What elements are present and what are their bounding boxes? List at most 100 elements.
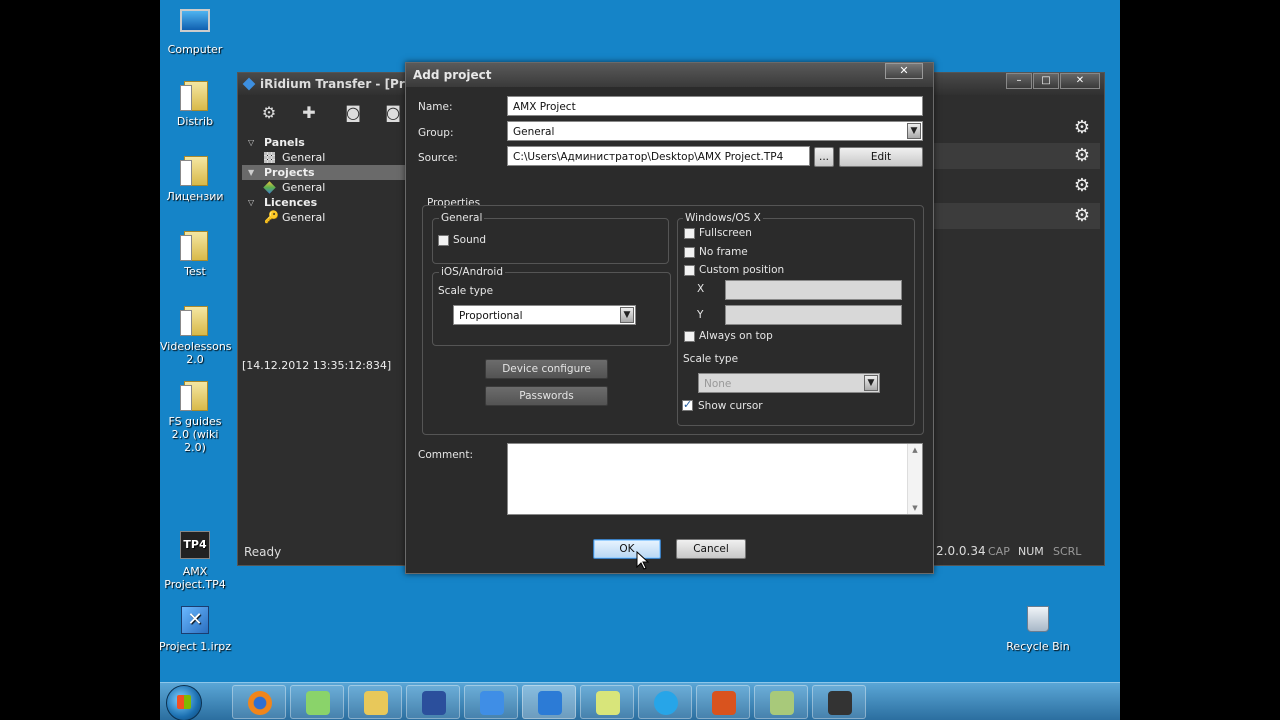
- minimize-button[interactable]: –: [1006, 73, 1032, 89]
- comment-textarea[interactable]: ▲ ▼: [507, 443, 923, 515]
- sound-checkbox[interactable]: [438, 235, 449, 246]
- scroll-up-icon[interactable]: ▲: [908, 446, 922, 454]
- app-icon: [770, 691, 794, 715]
- chevron-down-icon[interactable]: ▼: [907, 123, 921, 139]
- win-scale-type-select[interactable]: None ▼: [698, 373, 880, 393]
- show-cursor-checkbox[interactable]: [682, 398, 693, 411]
- dialog-title: Add project: [413, 68, 492, 82]
- general-group-label: General: [439, 212, 485, 224]
- start-button[interactable]: [166, 685, 202, 720]
- browse-button[interactable]: ...: [814, 147, 834, 167]
- group-select[interactable]: General ▼: [507, 121, 923, 141]
- name-label: Name:: [418, 101, 453, 113]
- cap-indicator: CAP: [988, 545, 1010, 558]
- name-input[interactable]: AMX Project: [507, 96, 923, 116]
- taskbar-app-2[interactable]: [290, 685, 344, 719]
- desktop-icon-amx-project[interactable]: TP4 AMX Project.TP4: [160, 531, 235, 591]
- desktop-icon-distrib[interactable]: Distrib: [160, 81, 235, 128]
- gear-icon[interactable]: ⚙: [1074, 117, 1090, 138]
- maximize-button[interactable]: □: [1033, 73, 1059, 89]
- tree-group-panels[interactable]: ▽ Panels: [242, 135, 406, 150]
- settings-icon[interactable]: ⚙: [258, 103, 280, 123]
- video-camera-icon: [828, 691, 852, 715]
- y-label: Y: [697, 309, 704, 321]
- iridium-logo-icon: [538, 691, 562, 715]
- ios-scale-type-select[interactable]: Proportional ▼: [453, 305, 636, 325]
- tree-group-label: Licences: [264, 196, 318, 209]
- taskbar-iridium-transfer[interactable]: [522, 685, 576, 719]
- expand-arrow-icon[interactable]: ▼: [248, 165, 254, 180]
- desktop-icon-label: AMX Project.TP4: [164, 565, 226, 591]
- camera-icon[interactable]: ◙: [342, 103, 364, 123]
- y-position-input[interactable]: [725, 305, 902, 325]
- scrl-indicator: SCRL: [1053, 545, 1082, 558]
- computer-icon: [179, 9, 211, 41]
- desktop-icon-test[interactable]: Test: [160, 231, 235, 278]
- taskbar-save-app[interactable]: [406, 685, 460, 719]
- desktop-icon-fs-guides[interactable]: FS guides 2.0 (wiki 2.0): [160, 381, 235, 454]
- desktop-icon-label: Videolessons 2.0: [160, 340, 232, 366]
- irpz-file-icon: ✕: [179, 606, 211, 638]
- taskbar-explorer[interactable]: [348, 685, 402, 719]
- collapse-arrow-icon[interactable]: ▽: [248, 135, 254, 150]
- always-on-top-label: Always on top: [699, 330, 773, 342]
- camera-icon[interactable]: ◙: [382, 103, 404, 123]
- close-button[interactable]: ✕: [1060, 73, 1100, 89]
- app-icon: [306, 691, 330, 715]
- desktop-icon-recycle-bin[interactable]: Recycle Bin: [998, 606, 1078, 653]
- chevron-down-icon[interactable]: ▼: [620, 307, 634, 323]
- device-configure-button[interactable]: Device configure: [485, 359, 608, 379]
- powerpoint-icon: [712, 691, 736, 715]
- gear-icon[interactable]: ⚙: [1074, 145, 1090, 166]
- taskbar-app-10[interactable]: [754, 685, 808, 719]
- desktop-icon-computer[interactable]: Computer: [160, 6, 235, 56]
- source-input[interactable]: C:\Users\Администратор\Desktop\AMX Proje…: [507, 146, 810, 166]
- gear-icon[interactable]: ⚙: [1074, 205, 1090, 226]
- tree-group-projects[interactable]: ▼ Projects: [242, 165, 406, 180]
- dialog-close-button[interactable]: ✕: [885, 63, 923, 79]
- folder-icon: [179, 156, 211, 188]
- taskbar-powerpoint[interactable]: [696, 685, 750, 719]
- app-toolbar: ⚙ ✚ ◙ ◙: [238, 95, 408, 131]
- taskbar-iridium-studio[interactable]: [464, 685, 518, 719]
- gear-icon[interactable]: ⚙: [1074, 175, 1090, 196]
- dialog-title-bar[interactable]: Add project ✕: [406, 63, 933, 87]
- taskbar-firefox[interactable]: [232, 685, 286, 719]
- taskbar: [160, 682, 1120, 720]
- sound-label: Sound: [453, 234, 487, 246]
- win-scale-type-label: Scale type: [683, 353, 739, 365]
- show-cursor-label: Show cursor: [698, 400, 763, 412]
- fullscreen-checkbox[interactable]: [684, 228, 695, 239]
- desktop-icon-videolessons[interactable]: Videolessons 2.0: [160, 306, 235, 366]
- tree-item-label: General: [282, 151, 326, 164]
- always-on-top-checkbox[interactable]: [684, 331, 695, 342]
- tree-item-panels-general[interactable]: General: [242, 150, 406, 165]
- comment-scrollbar[interactable]: ▲ ▼: [907, 444, 922, 514]
- taskbar-camera-app[interactable]: [812, 685, 866, 719]
- collapse-arrow-icon[interactable]: ▽: [248, 195, 254, 210]
- source-label: Source:: [418, 152, 458, 164]
- taskbar-skype[interactable]: [638, 685, 692, 719]
- desktop-icon-licenses[interactable]: Лицензии: [160, 156, 235, 203]
- tree-item-licences-general[interactable]: 🔑 General: [242, 210, 406, 225]
- mouse-pointer-icon: [636, 551, 650, 570]
- firefox-icon: [248, 691, 272, 715]
- edit-button[interactable]: Edit: [839, 147, 923, 167]
- ok-button[interactable]: OK: [593, 539, 661, 559]
- desktop-icon-project-irpz[interactable]: ✕ Project 1.irpz: [160, 606, 235, 653]
- tree-item-projects-general[interactable]: General: [242, 180, 406, 195]
- tree-group-licences[interactable]: ▽ Licences: [242, 195, 406, 210]
- key-icon: 🔑: [264, 210, 279, 224]
- passwords-button[interactable]: Passwords: [485, 386, 608, 406]
- x-position-input[interactable]: [725, 280, 902, 300]
- cancel-button[interactable]: Cancel: [676, 539, 746, 559]
- add-device-icon[interactable]: ✚: [298, 103, 320, 123]
- custom-position-checkbox[interactable]: [684, 265, 695, 276]
- taskbar-app-7[interactable]: [580, 685, 634, 719]
- scroll-down-icon[interactable]: ▼: [908, 504, 922, 512]
- no-frame-checkbox[interactable]: [684, 247, 695, 258]
- group-select-value: General: [513, 126, 555, 138]
- no-frame-label: No frame: [699, 246, 748, 258]
- desktop-icon-label: Computer: [167, 43, 223, 56]
- chevron-down-icon[interactable]: ▼: [864, 375, 878, 391]
